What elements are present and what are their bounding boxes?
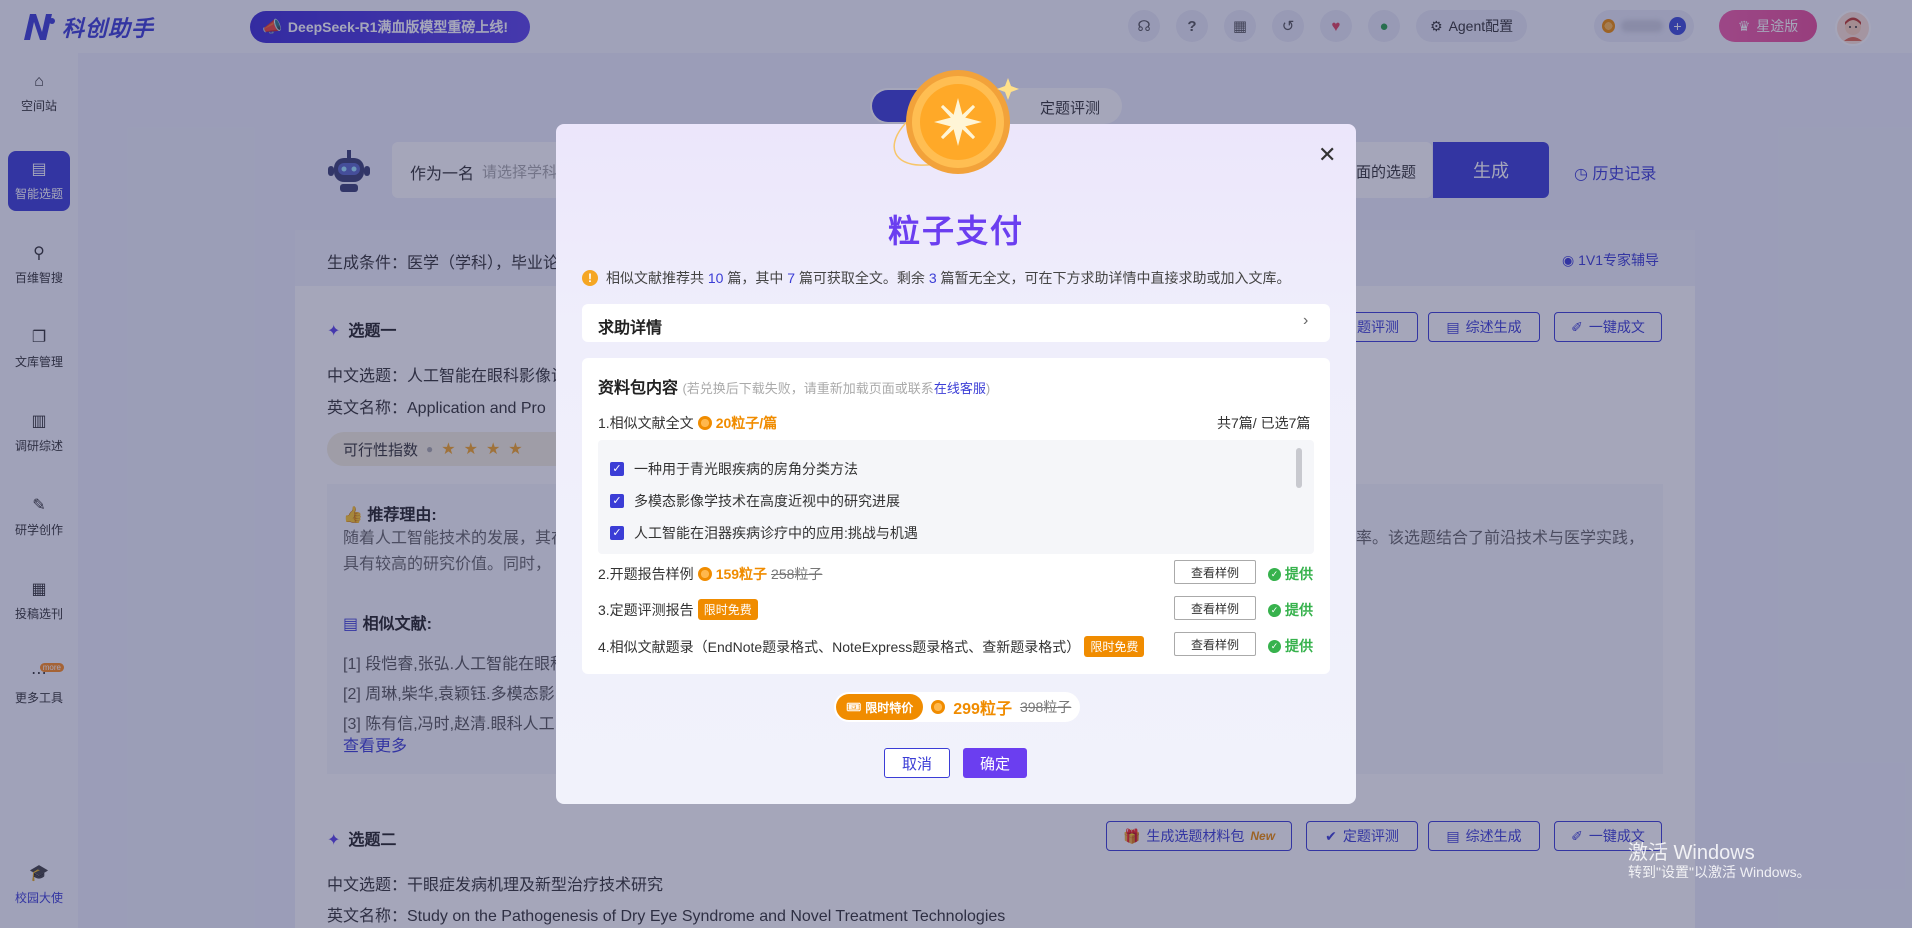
paper-title: 人工智能在泪器疾病诊疗中的应用:挑战与机遇 (634, 525, 918, 541)
item-proposal-old-price: 258粒子 (771, 566, 823, 582)
item-evaluation-label: 3.定题评测报告 (598, 601, 694, 618)
notice-text: 篇可获取全文。剩余 (798, 270, 925, 286)
item-proposal-price: 159粒子 (715, 566, 768, 582)
chevron-right-icon[interactable]: › (1303, 312, 1308, 330)
coin-icon (697, 416, 712, 430)
notice-line: ! 相似文献推荐共 10 篇，其中 7 篇可获取全文。剩余 3 篇暂无全文，可在… (582, 268, 1291, 288)
check-circle-icon: ✓ (1268, 603, 1281, 617)
package-heading: 资料包内容 (若兑换后下载失败，请重新加载页面或联系在线客服) (598, 374, 990, 398)
paper-item[interactable]: ✓ 人工智能在泪器疾病诊疗中的应用:挑战与机遇 (610, 523, 918, 543)
item-citation-label: 4.相似文献题录（EndNote题录格式、NoteExpress题录格式、查新题… (598, 638, 1081, 655)
windows-activation-title: 激活 Windows (1628, 842, 1755, 864)
item-proposal-sample: 2.开题报告样例 159粒子 258粒子 (598, 564, 822, 584)
paper-title: 一种用于青光眼疾病的房角分类方法 (634, 461, 858, 477)
price-now: 299粒子 (953, 701, 1012, 718)
check-circle-icon: ✓ (1268, 639, 1281, 653)
ticket-icon: 🎟 (846, 700, 862, 714)
special-offer-label: 限时特价 (865, 700, 914, 715)
notice-rest: 3 (928, 270, 937, 286)
package-hint: (若兑换后下载失败，请重新加载页面或联系 (682, 381, 934, 396)
item-full-text-price: 20粒子/篇 (715, 415, 778, 431)
paper-item[interactable]: ✓ 多模态影像学技术在高度近视中的研究进展 (610, 491, 900, 511)
help-details-row[interactable] (582, 304, 1330, 342)
notice-text: 篇暂无全文，可在下方求助详情中直接求助或加入文库。 (940, 270, 1291, 286)
item-evaluation-report: 3.定题评测报告 限时免费 (598, 599, 758, 620)
notice-text: 篇，其中 (727, 270, 784, 286)
online-service-link[interactable]: 在线客服 (934, 381, 986, 396)
view-sample-button[interactable]: 查看样例 (1174, 632, 1256, 656)
provided-status: ✓ 提供 (1268, 564, 1313, 584)
item-proposal-label: 2.开题报告样例 (598, 566, 694, 582)
cancel-button[interactable]: 取消 (884, 748, 950, 778)
price-old: 398粒子 (1019, 699, 1072, 715)
checkbox-checked-icon[interactable]: ✓ (610, 462, 624, 476)
warning-icon: ! (582, 270, 598, 286)
selection-count: 共7篇/ 已选7篇 (1217, 415, 1311, 431)
provided-label: 提供 (1285, 638, 1313, 654)
provided-label: 提供 (1285, 602, 1313, 618)
paper-item[interactable]: ✓ 一种用于青光眼疾病的房角分类方法 (610, 459, 858, 479)
package-title: 资料包内容 (598, 380, 679, 397)
confirm-button[interactable]: 确定 (963, 748, 1027, 778)
check-circle-icon: ✓ (1268, 567, 1281, 581)
close-icon[interactable]: ✕ (1318, 142, 1336, 168)
provided-label: 提供 (1285, 566, 1313, 582)
notice-total: 10 (707, 270, 724, 286)
item-full-text-label: 1.相似文献全文 (598, 415, 694, 431)
item-full-text: 1.相似文献全文 20粒子/篇 (598, 413, 777, 433)
coin-illustration-icon (893, 70, 1019, 174)
help-details-label: 求助详情 (598, 320, 663, 337)
total-price: 🎟 限时特价 299粒子 398粒子 (834, 692, 1080, 722)
coin-icon (931, 700, 946, 714)
coin-icon (697, 567, 712, 581)
paper-title: 多模态影像学技术在高度近视中的研究进展 (634, 493, 900, 509)
windows-activation-sub: 转到"设置"以激活 Windows。 (1628, 864, 1811, 880)
package-hint-end: ) (985, 381, 991, 396)
provided-status: ✓ 提供 (1268, 636, 1313, 656)
free-badge: 限时免费 (697, 599, 758, 620)
notice-text: 相似文献推荐共 (606, 270, 704, 286)
item-citation-records: 4.相似文献题录（EndNote题录格式、NoteExpress题录格式、查新题… (598, 636, 1145, 657)
checkbox-checked-icon[interactable]: ✓ (610, 494, 624, 508)
modal-title: 粒子支付 (887, 213, 1024, 249)
view-sample-button[interactable]: 查看样例 (1174, 596, 1256, 620)
special-offer-badge: 🎟 限时特价 (836, 694, 924, 720)
free-badge: 限时免费 (1084, 636, 1145, 657)
provided-status: ✓ 提供 (1268, 600, 1313, 620)
notice-full: 7 (787, 270, 796, 286)
view-sample-button[interactable]: 查看样例 (1174, 560, 1256, 584)
checkbox-checked-icon[interactable]: ✓ (610, 526, 624, 540)
paper-list-scrollbar[interactable] (1296, 448, 1302, 488)
